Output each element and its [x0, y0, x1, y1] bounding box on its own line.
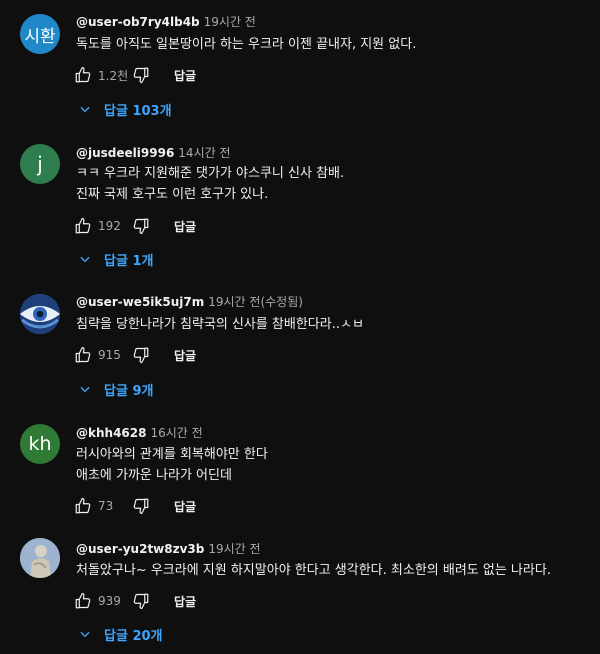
comment-time[interactable]: 14시간 전 — [178, 146, 230, 160]
comment-header: @user-yu2tw8zv3b 19시간 전 — [76, 541, 261, 557]
like-button[interactable] — [72, 496, 94, 516]
comment-author[interactable]: @user-ob7ry4lb4b — [76, 15, 200, 29]
avatar-initials: 시환 — [24, 26, 56, 47]
comment-actions: 1.2천 답글 — [72, 65, 196, 85]
replies-count-label: 답글 103개 — [104, 103, 172, 119]
avatar-initials: kh — [28, 433, 52, 455]
thumbs-up-icon — [75, 217, 91, 234]
like-count: 1.2천 — [98, 68, 129, 83]
chevron-down-icon — [78, 252, 92, 266]
comment-time[interactable]: 19시간 전(수정됨) — [208, 295, 303, 309]
comment-header: @user-ob7ry4lb4b 19시간 전 — [76, 14, 256, 30]
avatar[interactable]: 시환 — [20, 14, 60, 54]
comment-actions: 939 답글 — [72, 591, 196, 611]
comment-header: @jusdeeli9996 14시간 전 — [76, 145, 231, 161]
like-button[interactable] — [72, 216, 94, 236]
dislike-button[interactable] — [130, 345, 152, 365]
dislike-button[interactable] — [130, 65, 152, 85]
chevron-down-icon — [78, 627, 92, 641]
comment-text: 진짜 국제 호구도 이런 호구가 있나. — [76, 187, 269, 202]
view-replies-button[interactable]: 답글 20개 — [78, 624, 163, 644]
comment-text: 침략을 당한나라가 침략국의 신사를 참배한다라..ㅅㅂ — [76, 317, 364, 332]
thumbs-down-icon — [133, 218, 149, 235]
eye-avatar-icon — [20, 294, 60, 334]
replies-count-label: 답글 20개 — [104, 628, 163, 644]
comment-text: ㅋㅋ 우크라 지원해준 댓가가 야스쿠니 신사 참배. — [76, 166, 345, 181]
avatar[interactable]: kh — [20, 424, 60, 464]
thumbs-up-icon — [75, 346, 91, 363]
thumbs-down-icon — [133, 498, 149, 515]
thumbs-down-icon — [133, 593, 149, 610]
comment-header: @khh4628 16시간 전 — [76, 425, 203, 441]
like-count: 915 — [98, 348, 121, 362]
avatar[interactable] — [20, 538, 60, 578]
comment-author[interactable]: @user-we5ik5uj7m — [76, 295, 204, 309]
view-replies-button[interactable]: 답글 103개 — [78, 99, 172, 119]
comment-author[interactable]: @jusdeeli9996 — [76, 146, 174, 160]
thumbs-down-icon — [133, 67, 149, 84]
thumbs-up-icon — [75, 66, 91, 83]
statue-avatar-icon — [20, 538, 60, 578]
like-count: 192 — [98, 219, 121, 233]
like-count: 939 — [98, 594, 121, 608]
like-button[interactable] — [72, 591, 94, 611]
avatar[interactable]: j — [20, 144, 60, 184]
thumbs-down-icon — [133, 347, 149, 364]
chevron-down-icon — [78, 382, 92, 396]
comment-time[interactable]: 19시간 전 — [208, 542, 260, 556]
comment-text: 애초에 가까운 나라가 어딘데 — [76, 468, 232, 483]
comment-time[interactable]: 19시간 전 — [204, 15, 256, 29]
comment-author[interactable]: @user-yu2tw8zv3b — [76, 542, 204, 556]
reply-button[interactable]: 답글 — [174, 498, 196, 515]
comment-text: 러시아와의 관계를 회복해야만 한다 — [76, 447, 268, 462]
comment-author[interactable]: @khh4628 — [76, 426, 146, 440]
like-count: 73 — [98, 499, 114, 513]
comment-time[interactable]: 16시간 전 — [150, 426, 202, 440]
reply-button[interactable]: 답글 — [174, 67, 196, 84]
chevron-down-icon — [78, 102, 92, 116]
thumbs-up-icon — [75, 592, 91, 609]
replies-count-label: 답글 1개 — [104, 253, 154, 269]
avatar[interactable] — [20, 294, 60, 334]
view-replies-button[interactable]: 답글 9개 — [78, 379, 153, 399]
comment-text: 독도를 아직도 일본땅이라 하는 우크라 이젠 끝내자, 지원 없다. — [76, 37, 417, 52]
comment-actions: 915 답글 — [72, 345, 196, 365]
reply-button[interactable]: 답글 — [174, 347, 196, 364]
comment-actions: 73 답글 — [72, 496, 196, 516]
view-replies-button[interactable]: 답글 1개 — [78, 249, 153, 269]
dislike-button[interactable] — [130, 591, 152, 611]
dislike-button[interactable] — [130, 496, 152, 516]
reply-button[interactable]: 답글 — [174, 593, 196, 610]
comment-text: 처돌았구나~ 우크라에 지원 하지말아야 한다고 생각한다. 최소한의 배려도 … — [76, 563, 551, 578]
comment-header: @user-we5ik5uj7m 19시간 전(수정됨) — [76, 294, 303, 310]
thumbs-up-icon — [75, 497, 91, 514]
replies-count-label: 답글 9개 — [104, 383, 154, 399]
reply-button[interactable]: 답글 — [174, 218, 196, 235]
dislike-button[interactable] — [130, 216, 152, 236]
like-button[interactable] — [72, 65, 94, 85]
comment-actions: 192 답글 — [72, 216, 196, 236]
avatar-initials: j — [37, 152, 43, 176]
like-button[interactable] — [72, 345, 94, 365]
